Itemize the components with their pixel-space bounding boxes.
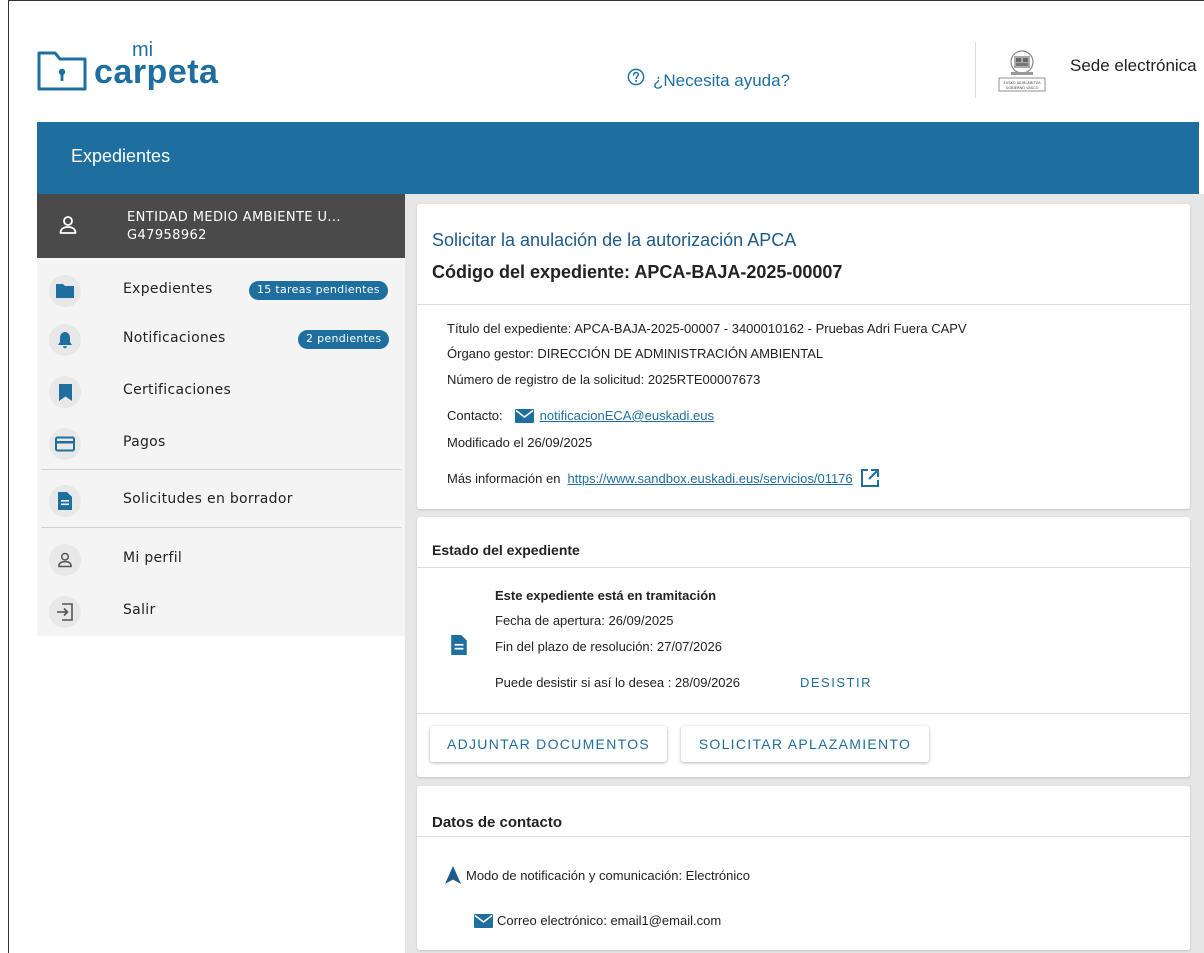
sidebar-item-salir[interactable]: Salir xyxy=(37,588,405,636)
expediente-details-card: Solicitar la anulación de la autorizació… xyxy=(417,204,1190,509)
gobierno-vasco-logo[interactable]: EUSKO JAURLARITZA GOBIERNO VASCO xyxy=(996,48,1048,94)
modo-notificacion: Modo de notificación y comunicación: Ele… xyxy=(466,867,750,883)
gv-logo-line2: GOBIERNO VASCO xyxy=(1006,86,1039,90)
fecha-apertura: Fecha de apertura: 26/09/2025 xyxy=(495,613,674,628)
section-bar-title: Expedientes xyxy=(71,146,171,166)
sidebar-item-label: Mi perfil xyxy=(123,550,183,566)
sidebar-item-label: Salir xyxy=(123,602,156,618)
header-divider xyxy=(975,42,976,98)
contacto-email-link[interactable]: notificacionECA@euskadi.eus xyxy=(540,408,714,423)
card-divider xyxy=(417,304,1190,305)
app-header: mi carpeta ¿Necesita ayuda? EUSKO JAURLA… xyxy=(9,1,1204,122)
card-divider xyxy=(417,713,1190,714)
desistir-button[interactable]: DESISTIR xyxy=(800,675,872,690)
correo-row: Correo electrónico: email1@email.com xyxy=(474,913,721,928)
desistir-info: Puede desistir si así lo desea : 28/09/2… xyxy=(495,675,740,690)
mail-icon xyxy=(514,408,534,423)
expediente-code: Código del expediente: APCA-BAJA-2025-00… xyxy=(432,262,843,282)
entity-name: ENTIDAD MEDIO AMBIENTE U... xyxy=(127,210,341,225)
logo-carpeta-text: carpeta xyxy=(94,53,219,91)
navigation-arrow-icon xyxy=(445,866,461,884)
document-icon xyxy=(58,492,72,510)
mail-icon xyxy=(474,913,493,928)
sidebar: ENTIDAD MEDIO AMBIENTE U... G47958962 Ex… xyxy=(37,194,405,636)
logout-icon xyxy=(57,603,73,621)
document-icon xyxy=(451,635,467,655)
mas-info-label: Más información en xyxy=(447,470,561,486)
sidebar-item-solicitudes-borrador[interactable]: Solicitudes en borrador xyxy=(37,477,405,525)
gv-logo-line1: EUSKO JAURLARITZA xyxy=(1003,81,1041,85)
contacto-section-title: Datos de contacto xyxy=(432,814,563,831)
adjuntar-documentos-button[interactable]: ADJUNTAR DOCUMENTOS xyxy=(430,726,667,762)
organo-gestor: Órgano gestor: DIRECCIÓN DE ADMINISTRACI… xyxy=(447,346,824,361)
entity-selector[interactable]: ENTIDAD MEDIO AMBIENTE U... G47958962 xyxy=(37,194,405,258)
folder-logo-icon xyxy=(37,51,87,91)
bookmark-icon xyxy=(58,383,72,401)
sidebar-item-label: Solicitudes en borrador xyxy=(123,491,293,507)
sidebar-item-certificaciones[interactable]: Certificaciones xyxy=(37,368,405,416)
entity-id: G47958962 xyxy=(127,228,207,243)
titulo-expediente: Título del expediente: APCA-BAJA-2025-00… xyxy=(447,321,967,336)
help-circle-icon xyxy=(627,68,645,86)
contacto-row: Contacto: notificacionECA@euskadi.eus xyxy=(447,408,714,423)
sidebar-item-notificaciones[interactable]: Notificaciones 2 pendientes xyxy=(37,316,405,364)
datos-contacto-card: Datos de contacto Modo de notificación y… xyxy=(417,786,1190,950)
card-divider xyxy=(417,836,1190,837)
expediente-title: Solicitar la anulación de la autorizació… xyxy=(432,230,797,250)
bell-icon xyxy=(58,332,72,349)
estado-expediente-card: Estado del expediente Este expediente es… xyxy=(417,517,1190,777)
modo-notificacion-row: Modo de notificación y comunicación: Ele… xyxy=(445,866,750,884)
section-bar: Expedientes xyxy=(37,122,1199,194)
mi-carpeta-logo[interactable]: mi carpeta xyxy=(36,39,218,93)
sidebar-item-label: Notificaciones xyxy=(123,330,226,346)
sidebar-item-label: Expedientes xyxy=(123,281,213,297)
sidebar-divider xyxy=(41,469,401,470)
credit-card-icon xyxy=(55,436,75,452)
mas-info-link[interactable]: https://www.sandbox.euskadi.eus/servicio… xyxy=(567,471,852,486)
pending-tasks-badge: 15 tareas pendientes xyxy=(249,281,388,300)
user-icon xyxy=(59,216,77,234)
external-link-icon[interactable] xyxy=(860,468,880,488)
folder-icon xyxy=(56,284,74,298)
contacto-label: Contacto: xyxy=(447,408,503,423)
correo-electronico: Correo electrónico: email1@email.com xyxy=(497,913,722,928)
card-divider xyxy=(417,567,1190,568)
sidebar-item-mi-perfil[interactable]: Mi perfil xyxy=(37,536,405,584)
help-link[interactable]: ¿Necesita ayuda? xyxy=(627,68,791,91)
sede-electronica-link[interactable]: Sede electrónica xyxy=(1070,56,1197,76)
sidebar-item-pagos[interactable]: Pagos xyxy=(37,420,405,468)
user-icon xyxy=(58,552,72,568)
mas-info-row: Más información en https://www.sandbox.e… xyxy=(447,468,880,488)
estado-status: Este expediente está en tramitación xyxy=(495,588,717,603)
sidebar-item-label: Certificaciones xyxy=(123,382,232,398)
help-label: ¿Necesita ayuda? xyxy=(653,71,791,90)
estado-section-title: Estado del expediente xyxy=(432,542,580,558)
sidebar-divider xyxy=(41,527,401,528)
sidebar-item-label: Pagos xyxy=(123,434,166,450)
numero-registro: Número de registro de la solicitud: 2025… xyxy=(447,372,761,387)
fin-plazo: Fin del plazo de resolución: 27/07/2026 xyxy=(495,639,722,654)
solicitar-aplazamiento-button[interactable]: SOLICITAR APLAZAMIENTO xyxy=(681,726,929,762)
pending-notifications-badge: 2 pendientes xyxy=(298,330,390,349)
modificado: Modificado el 26/09/2025 xyxy=(447,435,593,450)
sidebar-item-expedientes[interactable]: Expedientes 15 tareas pendientes xyxy=(37,267,405,315)
